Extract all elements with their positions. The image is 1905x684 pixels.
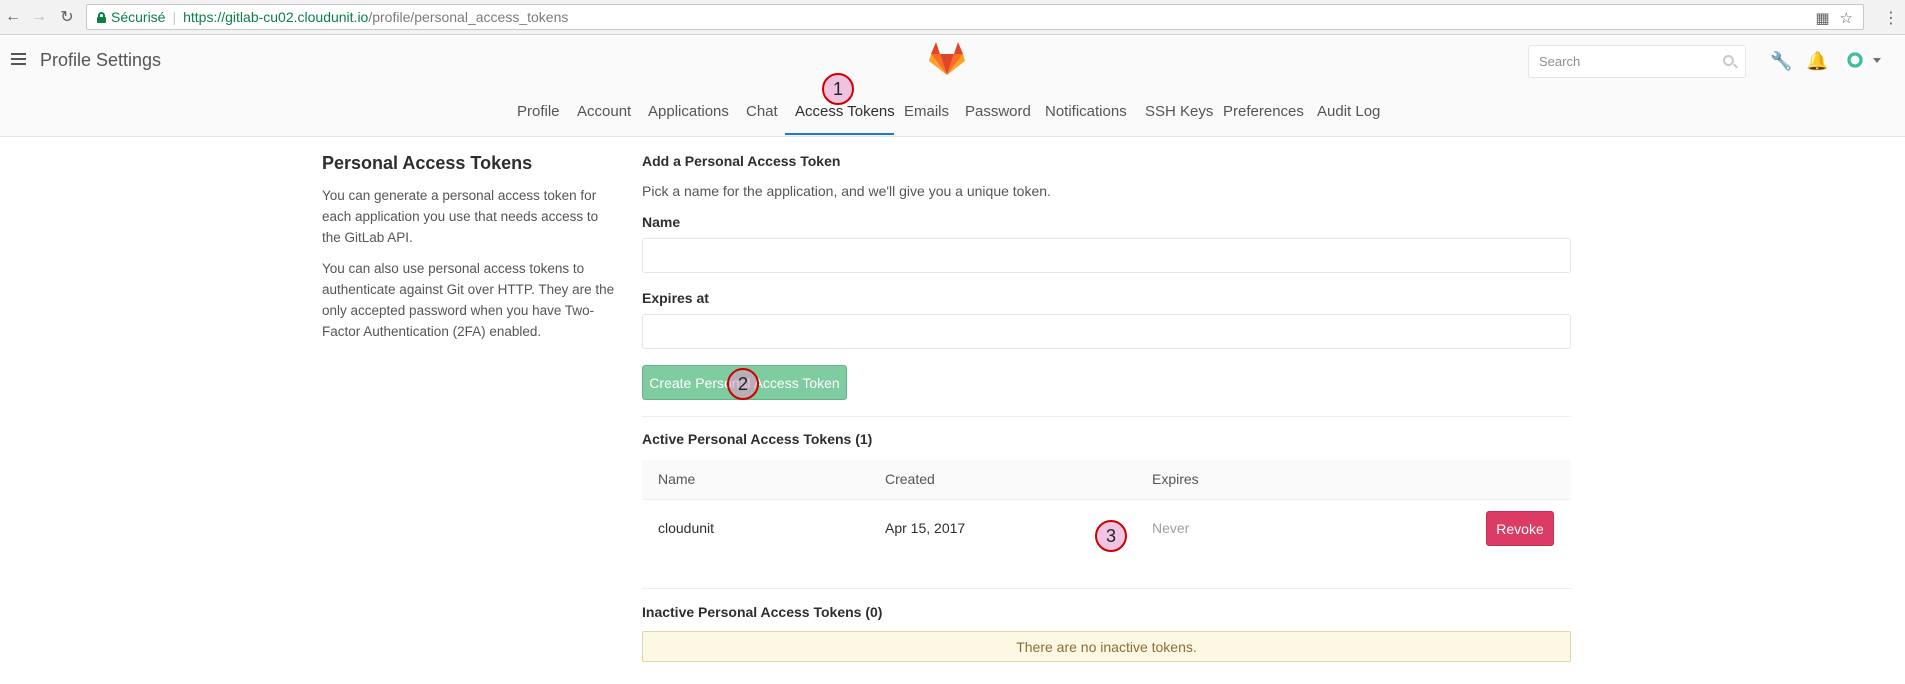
- tab-applications[interactable]: Applications: [648, 98, 729, 136]
- address-bar[interactable]: Sécurisé | https://gitlab-cu02.cloudunit…: [86, 4, 1864, 30]
- gitlab-header: Profile Settings 🔧 🔔 Profile Account App…: [0, 36, 1905, 137]
- token-name-input[interactable]: [642, 238, 1571, 273]
- name-label: Name: [642, 214, 681, 230]
- bell-icon[interactable]: 🔔: [1806, 51, 1828, 72]
- page-title: Profile Settings: [40, 50, 162, 70]
- token-expires-cell: Never: [1152, 520, 1190, 536]
- annotation-marker-2: 2: [727, 368, 759, 400]
- column-header-expires: Expires: [1152, 471, 1199, 487]
- form-heading: Add a Personal Access Token: [642, 153, 841, 169]
- tab-access-tokens[interactable]: Access Tokens: [795, 98, 895, 136]
- avatar[interactable]: [1843, 48, 1867, 72]
- tab-profile[interactable]: Profile: [517, 98, 560, 136]
- divider: [642, 588, 1571, 589]
- lock-icon: [97, 11, 106, 23]
- token-created-cell: Apr 15, 2017: [885, 520, 966, 536]
- tab-account[interactable]: Account: [577, 98, 631, 136]
- column-header-name: Name: [658, 471, 696, 487]
- wrench-icon[interactable]: 🔧: [1770, 51, 1792, 72]
- chevron-down-icon[interactable]: [1873, 58, 1881, 63]
- hamburger-menu-icon[interactable]: [11, 53, 26, 65]
- url-path: /profile/personal_access_tokens: [368, 9, 569, 25]
- empty-state-message: There are no inactive tokens.: [642, 631, 1571, 662]
- column-header-created: Created: [885, 471, 935, 487]
- back-arrow-icon[interactable]: ←: [2, 6, 24, 28]
- section-title: Personal Access Tokens: [322, 153, 533, 173]
- description-paragraph: You can also use personal access tokens …: [322, 261, 615, 339]
- gitlab-logo-icon[interactable]: [928, 40, 966, 76]
- tab-emails[interactable]: Emails: [904, 98, 949, 136]
- form-description: Pick a name for the application, and we'…: [642, 183, 1051, 199]
- bookmark-star-icon[interactable]: ☆: [1840, 9, 1853, 27]
- tab-notifications[interactable]: Notifications: [1045, 98, 1127, 136]
- table-header: Name Created Expires: [642, 460, 1571, 500]
- token-name-cell: cloudunit: [658, 520, 715, 536]
- search-input[interactable]: [1528, 45, 1746, 78]
- browser-menu-icon[interactable]: ⋮: [1883, 8, 1899, 28]
- settings-tabs: Profile Account Applications Chat Access…: [0, 98, 1905, 136]
- tab-chat[interactable]: Chat: [746, 98, 778, 136]
- tab-ssh-keys[interactable]: SSH Keys: [1145, 98, 1213, 136]
- description-paragraph: You can generate a personal access token…: [322, 188, 599, 245]
- tab-preferences[interactable]: Preferences: [1223, 98, 1304, 136]
- inactive-tokens-heading: Inactive Personal Access Tokens (0): [642, 604, 883, 620]
- search-icon: [1723, 55, 1734, 66]
- tab-audit-log[interactable]: Audit Log: [1317, 98, 1380, 136]
- revoke-button[interactable]: Revoke: [1486, 511, 1554, 546]
- expires-label: Expires at: [642, 290, 709, 306]
- tab-password[interactable]: Password: [965, 98, 1031, 136]
- forward-arrow-icon[interactable]: →: [28, 6, 50, 28]
- divider: [642, 416, 1571, 417]
- expires-at-input[interactable]: [642, 314, 1571, 349]
- annotation-marker-1: 1: [822, 73, 854, 105]
- active-tab-indicator: [785, 133, 894, 135]
- secure-label: Sécurisé: [111, 9, 166, 25]
- secure-indicator[interactable]: Sécurisé: [97, 9, 165, 25]
- url-separator: |: [172, 9, 177, 25]
- translate-icon[interactable]: ▦: [1815, 9, 1829, 27]
- url-host: https://gitlab-cu02.cloudunit.io: [183, 9, 369, 25]
- annotation-marker-3: 3: [1095, 520, 1127, 552]
- active-tokens-heading: Active Personal Access Tokens (1): [642, 431, 873, 447]
- browser-toolbar: ← → ↻ Sécurisé | https://gitlab-cu02.clo…: [0, 0, 1905, 35]
- reload-icon[interactable]: ↻: [56, 6, 78, 28]
